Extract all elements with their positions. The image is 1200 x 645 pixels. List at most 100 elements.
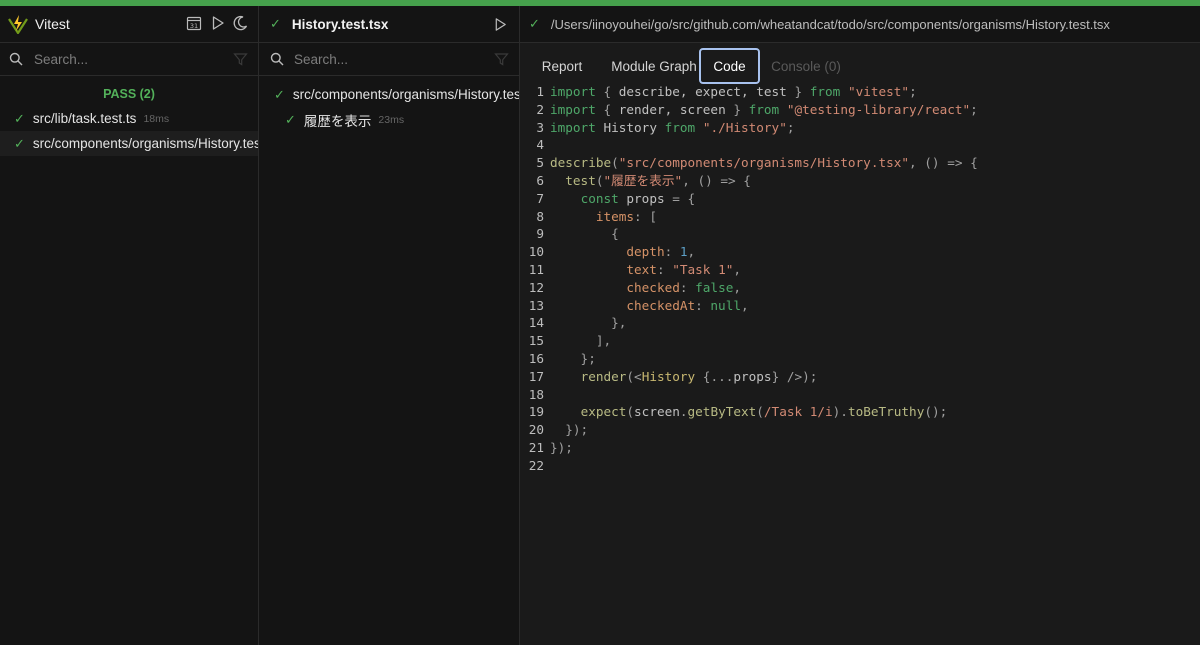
path-header: ✓ /Users/iinoyouhei/go/src/github.com/wh… [520, 6, 1200, 43]
line-number: 14 [528, 315, 544, 331]
code-text: checked: false, [626, 279, 741, 295]
code-text: checkedAt: null, [626, 297, 749, 313]
test-item-duration: 23ms [378, 113, 405, 126]
code-text: test("履歴を表示", () => { [565, 172, 751, 188]
tab-bar: Report Module Graph Code Console (0) [520, 43, 1200, 84]
code-line: 10 depth: 1, [520, 243, 978, 261]
line-number: 19 [528, 404, 544, 420]
tab-console: Console (0) [771, 58, 841, 74]
test-item-name: 履歴を表示 [303, 113, 372, 129]
test-detail-pane: ✓ History.test.tsx ✓ src/components/orga… [259, 6, 520, 645]
code-line: 15 ], [520, 332, 978, 350]
line-number: 16 [528, 350, 544, 366]
line-number: 17 [528, 368, 544, 384]
pass-summary: PASS (2) [103, 87, 155, 101]
code-line: 8 items: [ [520, 208, 978, 226]
code-line: 3 import History from "./History"; [520, 119, 978, 137]
filter-icon[interactable] [494, 52, 509, 67]
test-item[interactable]: ✓ 履歴を表示 23ms [259, 107, 519, 132]
code-line: 7 const props = { [520, 190, 978, 208]
line-number: 21 [528, 439, 544, 455]
code-editor[interactable]: 1 import { describe, expect, test } from … [520, 83, 978, 475]
test-file-header: ✓ History.test.tsx [259, 6, 519, 43]
code-text: render(<History {...props} />); [580, 368, 818, 384]
code-line: 13 checkedAt: null, [520, 297, 978, 315]
test-search-input[interactable] [294, 51, 474, 67]
suite-item[interactable]: ✓ src/components/organisms/History.test.… [259, 82, 519, 107]
pass-check-icon: ✓ [285, 111, 296, 127]
file-explorer-pane: Vitest 31 PASS (2) ✓ src/lib/task.test.t… [0, 6, 259, 645]
file-item[interactable]: ✓ src/lib/task.test.ts 18ms [0, 106, 258, 131]
code-text: describe("src/components/organisms/Histo… [550, 155, 978, 171]
code-line: 4 [520, 136, 978, 154]
calendar-icon[interactable]: 31 [186, 15, 202, 31]
line-number: 2 [536, 101, 544, 117]
code-text: const props = { [580, 190, 696, 206]
file-search-row [0, 43, 258, 76]
code-line: 6 test("履歴を表示", () => { [520, 172, 978, 190]
code-line: 17 render(<History {...props} />); [520, 368, 978, 386]
search-icon [270, 52, 284, 66]
code-line: 16 }; [520, 350, 978, 368]
pass-check-icon: ✓ [14, 110, 25, 126]
code-line: 19 expect(screen.getByText(/Task 1/i).to… [520, 403, 978, 421]
line-number: 3 [536, 119, 544, 135]
code-text: }); [550, 422, 589, 438]
code-line: 20 }); [520, 421, 978, 439]
test-search-row [259, 43, 519, 76]
code-text: { [550, 226, 619, 242]
pass-check-icon: ✓ [529, 16, 540, 31]
code-text: expect(screen.getByText(/Task 1/i).toBeT… [580, 404, 948, 420]
code-line: 18 [520, 386, 978, 404]
pass-check-icon: ✓ [14, 135, 25, 151]
code-text: import { render, screen } from "@testing… [550, 101, 978, 117]
editor-pane: ✓ /Users/iinoyouhei/go/src/github.com/wh… [520, 6, 1200, 645]
code-line: 5 describe("src/components/organisms/Hist… [520, 154, 978, 172]
code-line: 14 }, [520, 314, 978, 332]
test-file-title: History.test.tsx [291, 16, 389, 32]
line-number: 1 [536, 84, 544, 99]
code-text: }; [550, 350, 596, 366]
dark-mode-icon[interactable] [232, 15, 248, 31]
code-line: 1 import { describe, expect, test } from … [520, 83, 978, 101]
line-number: 5 [536, 155, 544, 171]
file-item-selected[interactable]: ✓ src/components/organisms/History.test.… [0, 131, 258, 156]
file-search-input[interactable] [34, 51, 214, 67]
run-file-icon[interactable] [493, 17, 508, 32]
app-header: Vitest 31 [0, 6, 258, 43]
file-path: /Users/iinoyouhei/go/src/github.com/whea… [550, 16, 1110, 32]
line-number: 7 [536, 190, 544, 206]
vitest-logo-icon [8, 14, 28, 34]
file-item-name: src/lib/task.test.ts [32, 111, 137, 126]
code-line: 12 checked: false, [520, 279, 978, 297]
line-number: 13 [528, 297, 544, 313]
code-text: }); [550, 439, 573, 455]
tab-module-graph[interactable]: Module Graph [598, 48, 710, 84]
line-number: 12 [528, 279, 544, 295]
line-number: 11 [528, 261, 544, 277]
line-number: 4 [536, 137, 544, 153]
tab-report[interactable]: Report [528, 48, 596, 84]
run-all-icon[interactable] [210, 15, 226, 31]
suite-item-name: src/components/organisms/History.test.ts… [292, 87, 519, 102]
code-line: 21}); [520, 439, 978, 457]
filter-icon[interactable] [233, 52, 248, 67]
line-number: 9 [536, 226, 544, 242]
line-number: 10 [528, 244, 544, 260]
line-number: 6 [536, 172, 544, 188]
code-line: 11 text: "Task 1", [520, 261, 978, 279]
code-line: 2 import { render, screen } from "@testin… [520, 101, 978, 119]
line-number: 20 [528, 422, 544, 438]
pass-check-icon: ✓ [270, 16, 281, 31]
svg-text:31: 31 [190, 22, 198, 30]
code-text: ], [550, 333, 612, 349]
search-icon [9, 52, 23, 66]
file-item-name: src/components/organisms/History.test.ts… [32, 136, 258, 151]
tab-code[interactable]: Code [699, 48, 760, 84]
code-text: items: [ [595, 208, 657, 224]
code-text: depth: 1, [626, 244, 696, 260]
code-text: import { describe, expect, test } from "… [550, 84, 917, 99]
file-item-duration: 18ms [143, 112, 170, 125]
code-text: import History from "./History"; [550, 119, 795, 135]
code-text: }, [550, 315, 627, 331]
